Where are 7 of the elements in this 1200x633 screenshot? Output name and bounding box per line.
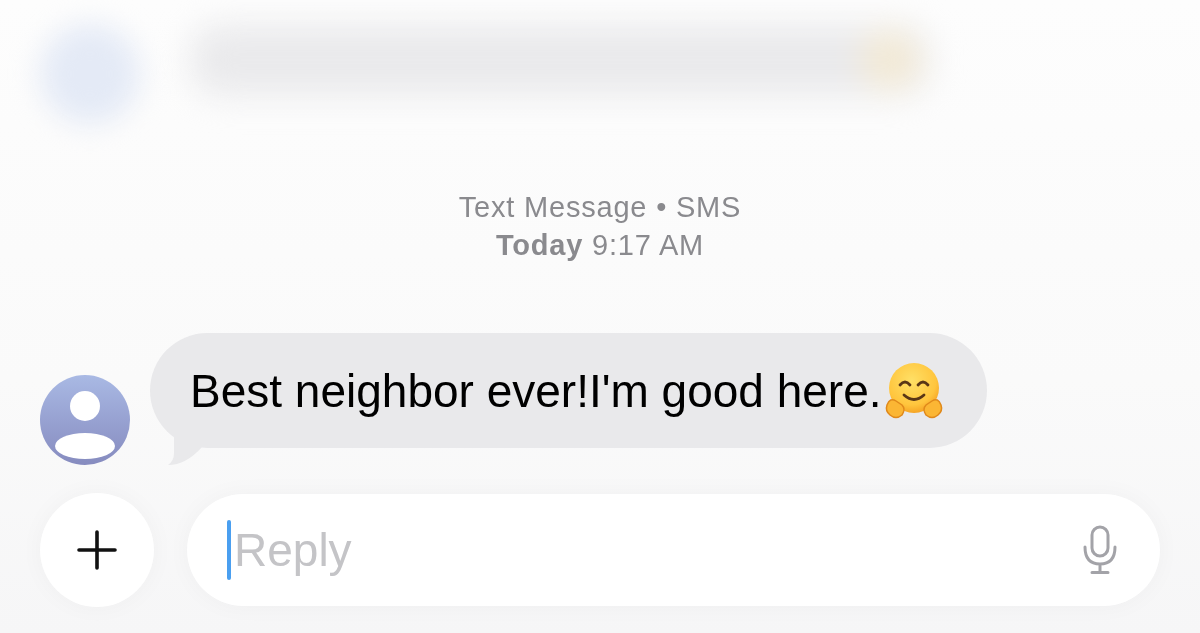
hugging-face-emoji-icon bbox=[883, 360, 944, 421]
avatar-icon bbox=[40, 375, 130, 465]
timestamp: Today 9:17 AM bbox=[495, 228, 705, 263]
service-label: Text Message • SMS bbox=[458, 190, 742, 225]
reply-field[interactable]: Reply bbox=[187, 494, 1160, 606]
message-text: Best neighbor ever!I'm good here. bbox=[190, 363, 882, 418]
plus-icon bbox=[77, 530, 117, 570]
